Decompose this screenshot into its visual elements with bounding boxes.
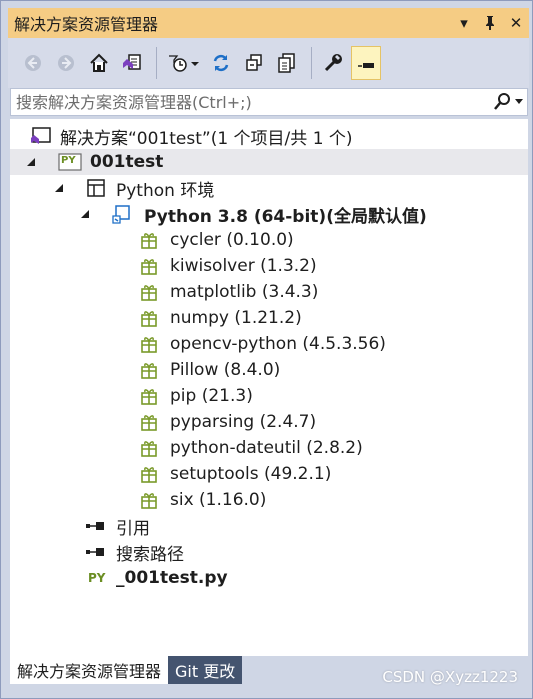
tree-item-package[interactable]: kiwisolver (1.3.2) (10, 253, 528, 279)
forward-icon[interactable] (51, 46, 81, 80)
package-icon (138, 489, 160, 511)
solution-explorer-window: 解决方案资源管理器 ▾ ✕ 搜索解决方案资源管理器(Ctrl+;) 解决方案“0… (0, 0, 533, 699)
tree-item-package[interactable]: setuptools (49.2.1) (10, 461, 528, 487)
tree-item-package[interactable]: six (1.16.0) (10, 487, 528, 513)
references-icon (85, 515, 107, 537)
toolbar (8, 38, 529, 88)
py-badge: PY (61, 155, 76, 166)
tree-item-python-environments[interactable]: Python 环境 (10, 175, 528, 201)
tree-item-search-paths[interactable]: 搜索路径 (10, 539, 528, 565)
collapse-all-icon[interactable] (239, 46, 269, 80)
toolbar-separator (156, 47, 157, 79)
tree-item-package[interactable]: python-dateutil (2.8.2) (10, 435, 528, 461)
tree-item-project[interactable]: PY 001test (10, 149, 528, 175)
window-options-dropdown-icon[interactable]: ▾ (451, 10, 477, 36)
tree-item-package[interactable]: Pillow (8.4.0) (10, 357, 528, 383)
package-icon (138, 307, 160, 329)
watermark: CSDN @Xyzz1223 (382, 668, 518, 686)
tree-item-package[interactable]: pyparsing (2.4.7) (10, 409, 528, 435)
vs-switch-view-icon[interactable] (117, 46, 147, 80)
python-file-icon: PY (88, 571, 106, 585)
package-label: setuptools (49.2.1) (170, 464, 332, 484)
refresh-icon[interactable] (206, 46, 236, 80)
expanded-arrow-icon[interactable] (78, 207, 92, 221)
package-label: numpy (1.21.2) (170, 308, 302, 328)
package-label: kiwisolver (1.3.2) (170, 256, 317, 276)
tree-item-package[interactable]: matplotlib (3.4.3) (10, 279, 528, 305)
file-label: _001test.py (116, 568, 228, 588)
toolbar-separator (311, 47, 312, 79)
search-box[interactable] (10, 88, 528, 116)
package-icon (138, 255, 160, 277)
package-icon (138, 437, 160, 459)
show-all-files-icon[interactable] (272, 46, 302, 80)
interpreter-icon (110, 203, 132, 225)
solution-tree: 解决方案“001test”(1 个项目/共 1 个) PY 001test Py… (10, 119, 528, 656)
environments-label: Python 环境 (116, 180, 215, 201)
expanded-arrow-icon[interactable] (24, 155, 38, 169)
package-label: pyparsing (2.4.7) (170, 412, 317, 432)
package-label: matplotlib (3.4.3) (170, 282, 319, 302)
package-label: opencv-python (4.5.3.56) (170, 334, 386, 354)
properties-icon[interactable] (318, 46, 348, 80)
package-label: python-dateutil (2.8.2) (170, 438, 363, 458)
tree-item-interpreter[interactable]: Python 3.8 (64-bit)(全局默认值) (10, 201, 528, 227)
title-bar: 解决方案资源管理器 ▾ ✕ (8, 8, 529, 38)
tree-item-file[interactable]: PY _001test.py (10, 565, 528, 591)
package-label: Pillow (8.4.0) (170, 360, 281, 380)
preview-selected-icon[interactable] (351, 46, 381, 80)
tab-solution-explorer[interactable]: 解决方案资源管理器 (10, 656, 169, 684)
package-icon (138, 385, 160, 407)
references-label: 引用 (116, 518, 150, 539)
tree-item-package[interactable]: cycler (0.10.0) (10, 227, 528, 253)
tree-item-package[interactable]: opencv-python (4.5.3.56) (10, 331, 528, 357)
tree-item-references[interactable]: 引用 (10, 513, 528, 539)
search-paths-icon (85, 541, 107, 563)
package-icon (138, 463, 160, 485)
interpreter-label: Python 3.8 (64-bit)(全局默认值) (144, 206, 427, 227)
window-title: 解决方案资源管理器 (14, 15, 159, 34)
tab-git-changes[interactable]: Git 更改 (168, 656, 243, 684)
package-label: six (1.16.0) (170, 490, 267, 510)
tree-item-solution[interactable]: 解决方案“001test”(1 个项目/共 1 个) (10, 123, 528, 149)
search-paths-label: 搜索路径 (116, 544, 184, 565)
close-icon[interactable]: ✕ (503, 10, 529, 36)
package-icon (138, 359, 160, 381)
search-input[interactable] (11, 89, 489, 115)
home-icon[interactable] (84, 46, 114, 80)
solution-label: 解决方案“001test”(1 个项目/共 1 个) (60, 128, 353, 149)
package-label: cycler (0.10.0) (170, 230, 294, 250)
package-label: pip (21.3) (170, 386, 253, 406)
solution-icon (30, 125, 52, 147)
project-label: 001test (90, 152, 164, 172)
package-icon (138, 333, 160, 355)
expanded-arrow-icon[interactable] (52, 181, 66, 195)
pin-icon[interactable] (477, 10, 503, 36)
environments-icon (85, 177, 107, 199)
search-icon[interactable] (489, 92, 527, 112)
package-icon (138, 229, 160, 251)
package-icon (138, 411, 160, 433)
tree-item-package[interactable]: numpy (1.21.2) (10, 305, 528, 331)
package-icon (138, 281, 160, 303)
bottom-tab-strip: 解决方案资源管理器 Git 更改 (10, 656, 243, 684)
tree-item-package[interactable]: pip (21.3) (10, 383, 528, 409)
pending-changes-filter-icon[interactable] (163, 46, 203, 80)
back-icon[interactable] (18, 46, 48, 80)
